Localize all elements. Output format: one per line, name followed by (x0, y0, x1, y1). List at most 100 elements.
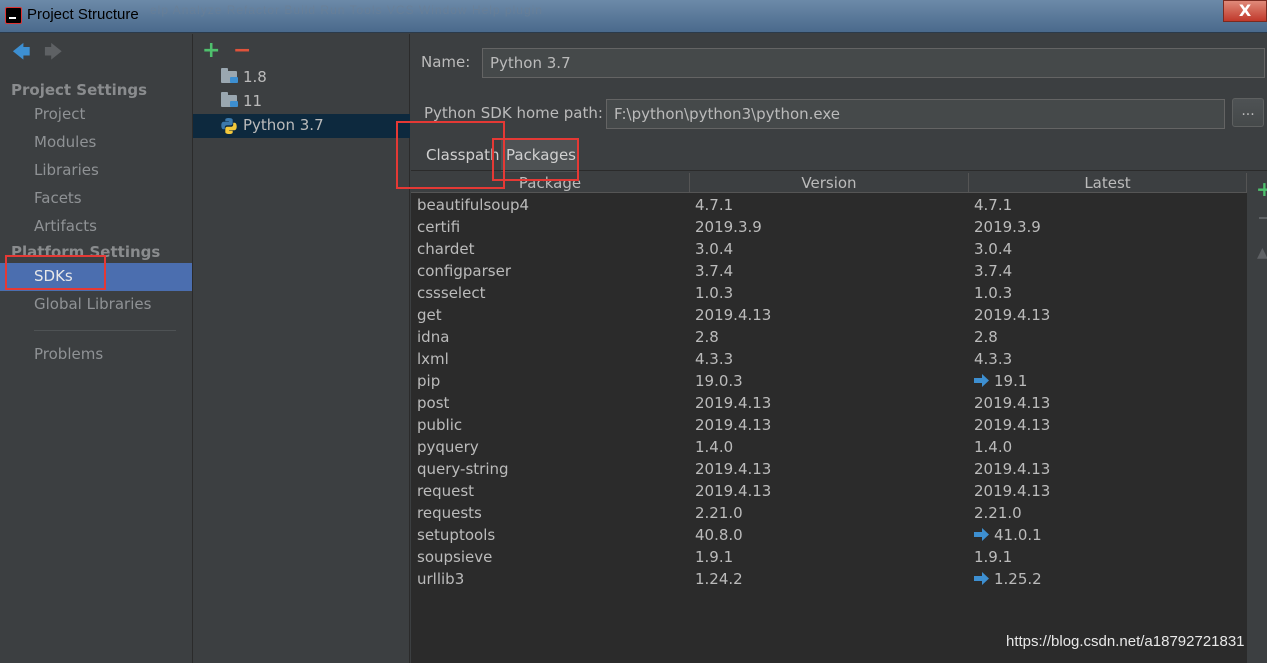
annotation-box-sdks (5, 255, 106, 290)
sdk-item-11[interactable]: 11 (193, 90, 410, 114)
table-row[interactable]: setuptools 40.8.0 41.0.1 (411, 525, 1247, 547)
package-name-cell: query-string (417, 460, 509, 478)
settings-navigation: 🡄 🡆 Project Settings Project Modules Lib… (0, 34, 193, 663)
table-row[interactable]: configparser 3.7.4 3.7.4 (411, 261, 1247, 283)
latest-version-text: 2019.4.13 (974, 482, 1051, 500)
column-header-version[interactable]: Version (690, 173, 969, 193)
sdk-name-field[interactable]: Python 3.7 (482, 48, 1265, 78)
package-name-cell: lxml (417, 350, 449, 368)
table-row[interactable]: get 2019.4.13 2019.4.13 (411, 305, 1247, 327)
upgrade-available-icon (974, 374, 989, 387)
nav-item-project[interactable]: Project (34, 105, 85, 123)
latest-version-text: 1.4.0 (974, 438, 1013, 456)
latest-cell: 1.4.0 (974, 438, 1012, 456)
package-name-cell: get (417, 306, 442, 324)
version-cell: 1.0.3 (695, 284, 734, 302)
browse-path-button[interactable]: ... (1232, 98, 1264, 127)
package-name-cell: setuptools (417, 526, 496, 544)
close-button[interactable]: X (1223, 0, 1267, 22)
latest-cell: 4.7.1 (974, 196, 1012, 214)
nav-item-artifacts[interactable]: Artifacts (34, 217, 97, 235)
table-row[interactable]: cssselect 1.0.3 1.0.3 (411, 283, 1247, 305)
table-row[interactable]: idna 2.8 2.8 (411, 327, 1247, 349)
latest-version-text: 1.9.1 (974, 548, 1013, 566)
title-bar: Project Structure elp Analyze Refactor B… (0, 0, 1267, 33)
package-toolbar: + ▲ (1247, 173, 1267, 663)
uninstall-package-icon[interactable] (1259, 217, 1267, 219)
sdk-item-python-3-7[interactable]: Python 3.7 (193, 114, 410, 138)
upgrade-package-icon[interactable]: ▲ (1257, 245, 1267, 261)
source-watermark: https://blog.csdn.net/a18792721831 (1006, 633, 1245, 650)
table-row[interactable]: chardet 3.0.4 3.0.4 (411, 239, 1247, 261)
remove-sdk-icon[interactable]: − (233, 38, 251, 63)
latest-version-text: 1.25.2 (994, 570, 1042, 588)
version-cell: 3.0.4 (695, 240, 734, 258)
package-name-cell: chardet (417, 240, 475, 258)
package-name-cell: post (417, 394, 450, 412)
version-cell: 4.7.1 (695, 196, 734, 214)
table-row[interactable]: certifi 2019.3.9 2019.3.9 (411, 217, 1247, 239)
table-row[interactable]: public 2019.4.13 2019.4.13 (411, 415, 1247, 437)
sdk-list-panel: + − 1.8 11 Python 3.7 (193, 34, 410, 663)
version-cell: 2.8 (695, 328, 719, 346)
table-row[interactable]: urllib3 1.24.2 1.25.2 (411, 569, 1247, 591)
back-arrow-icon[interactable]: 🡄 (12, 44, 31, 62)
latest-cell: 2019.3.9 (974, 218, 1041, 236)
package-name-cell: pyquery (417, 438, 479, 456)
sdk-item-label: Python 3.7 (243, 116, 324, 134)
nav-item-global-libraries[interactable]: Global Libraries (34, 295, 151, 313)
python-icon (221, 118, 237, 134)
version-cell: 3.7.4 (695, 262, 734, 280)
latest-version-text: 2019.4.13 (974, 460, 1051, 478)
latest-version-text: 19.1 (994, 372, 1028, 390)
package-name-cell: urllib3 (417, 570, 465, 588)
latest-version-text: 4.3.3 (974, 350, 1013, 368)
project-settings-heading: Project Settings (11, 81, 148, 99)
jdk-folder-icon (221, 68, 238, 83)
annotation-box-packages (492, 138, 579, 181)
packages-table: Package Version Latest beautifulsoup4 4.7… (411, 173, 1247, 663)
package-name-cell: public (417, 416, 463, 434)
latest-version-text: 2019.4.13 (974, 394, 1051, 412)
nav-item-modules[interactable]: Modules (34, 133, 96, 151)
package-name-cell: pip (417, 372, 441, 390)
table-row[interactable]: query-string 2019.4.13 2019.4.13 (411, 459, 1247, 481)
latest-cell: 2019.4.13 (974, 306, 1050, 324)
latest-version-text: 41.0.1 (994, 526, 1042, 544)
version-cell: 2019.4.13 (695, 394, 772, 412)
sdk-item-1-8[interactable]: 1.8 (193, 66, 410, 90)
table-row[interactable]: pip 19.0.3 19.1 (411, 371, 1247, 393)
install-package-icon[interactable]: + (1256, 177, 1267, 201)
latest-version-text: 1.0.3 (974, 284, 1013, 302)
name-label: Name: (421, 53, 471, 71)
add-sdk-icon[interactable]: + (202, 38, 220, 63)
table-row[interactable]: beautifulsoup4 4.7.1 4.7.1 (411, 195, 1247, 217)
latest-cell: 3.7.4 (974, 262, 1012, 280)
upgrade-available-icon (974, 528, 989, 541)
version-cell: 2019.4.13 (695, 416, 772, 434)
upgrade-available-icon (974, 572, 989, 585)
version-cell: 1.9.1 (695, 548, 734, 566)
latest-cell: 1.9.1 (974, 548, 1012, 566)
version-cell: 2019.4.13 (695, 306, 772, 324)
table-row[interactable]: requests 2.21.0 2.21.0 (411, 503, 1247, 525)
nav-item-facets[interactable]: Facets (34, 189, 82, 207)
version-cell: 2.21.0 (695, 504, 743, 522)
background-menu-ghost: elp Analyze Refactor Build Run Tools VCS… (150, 3, 543, 17)
version-cell: 19.0.3 (695, 372, 743, 390)
nav-item-problems[interactable]: Problems (34, 345, 103, 363)
table-row[interactable]: pyquery 1.4.0 1.4.0 (411, 437, 1247, 459)
sdk-details-panel: Name: Python 3.7 Python SDK home path: F… (411, 34, 1267, 663)
table-row[interactable]: soupsieve 1.9.1 1.9.1 (411, 547, 1247, 569)
package-name-cell: configparser (417, 262, 511, 280)
latest-cell: 2019.4.13 (974, 416, 1050, 434)
table-row[interactable]: lxml 4.3.3 4.3.3 (411, 349, 1247, 371)
column-header-latest[interactable]: Latest (969, 173, 1247, 193)
table-row[interactable]: post 2019.4.13 2019.4.13 (411, 393, 1247, 415)
nav-item-libraries[interactable]: Libraries (34, 161, 99, 179)
forward-arrow-icon[interactable]: 🡆 (44, 44, 63, 62)
package-name-cell: idna (417, 328, 450, 346)
package-name-cell: beautifulsoup4 (417, 196, 530, 214)
table-row[interactable]: request 2019.4.13 2019.4.13 (411, 481, 1247, 503)
sdk-home-path-field[interactable]: F:\python\python3\python.exe (606, 99, 1225, 129)
